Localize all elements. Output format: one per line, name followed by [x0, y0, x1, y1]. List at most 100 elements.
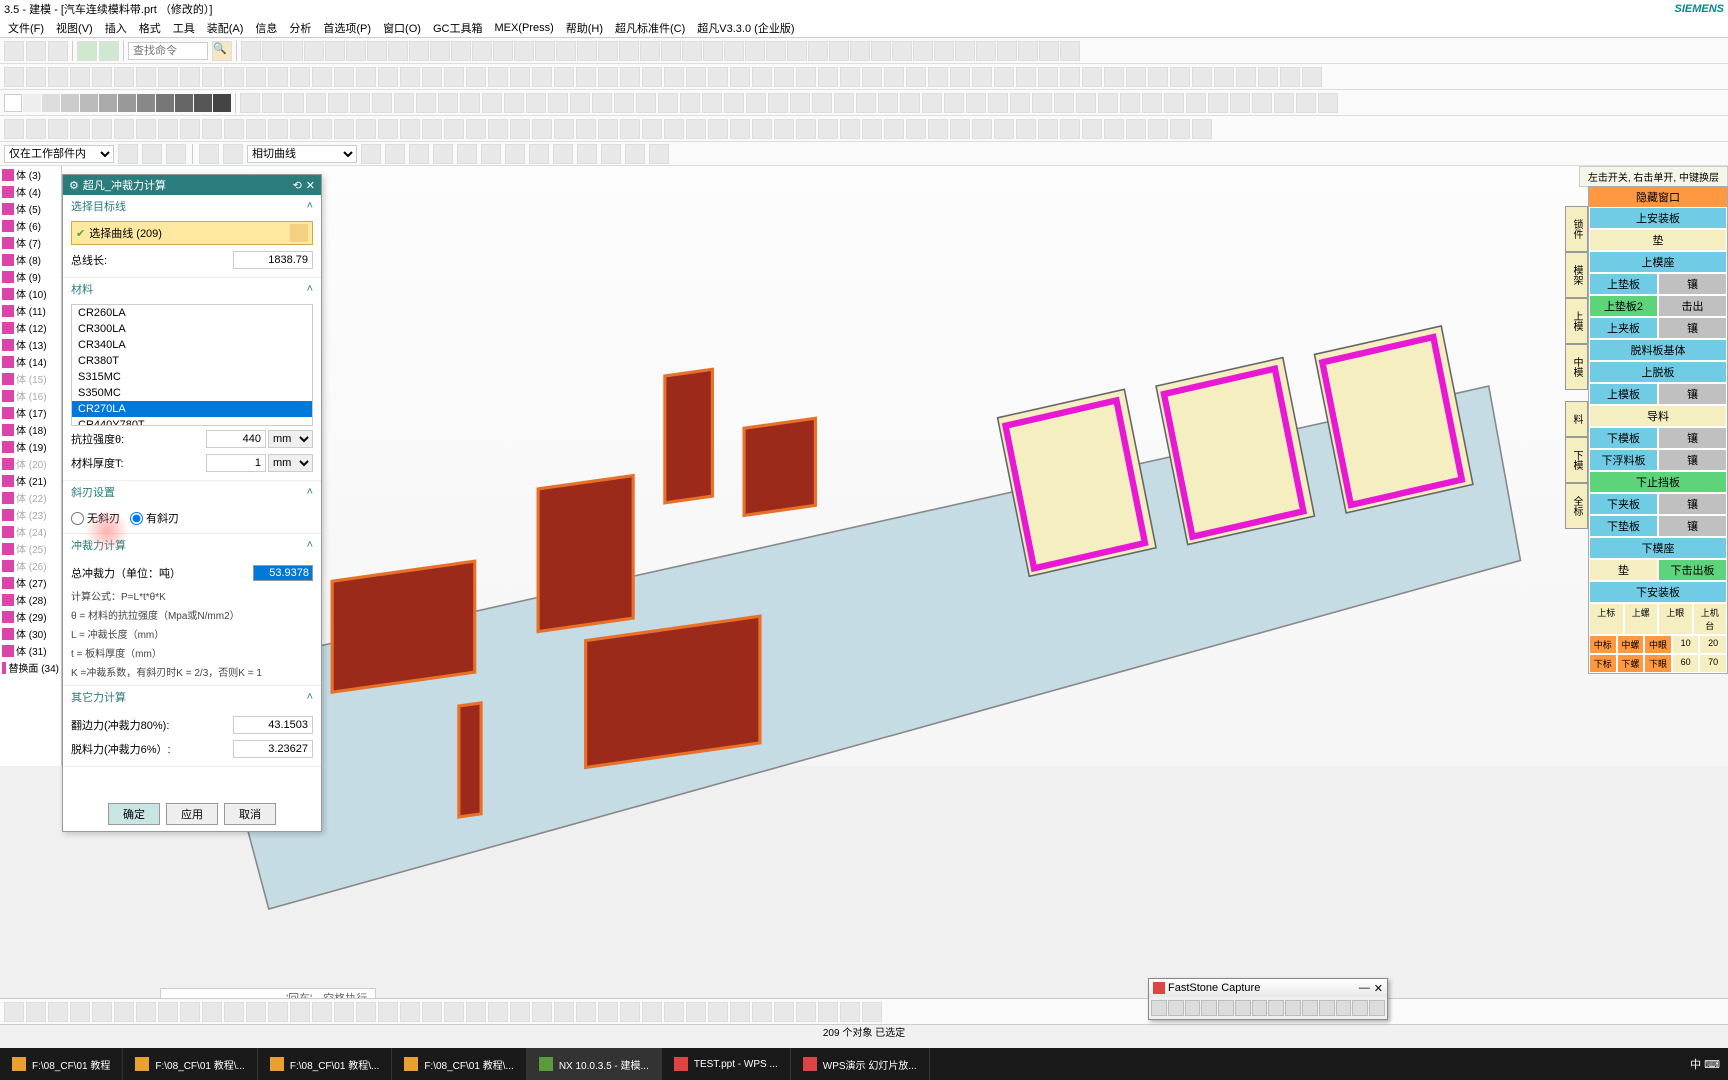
shade-icon[interactable] [118, 94, 136, 112]
filter-icon[interactable] [385, 144, 405, 164]
section-other[interactable]: 其它力计算˄ [63, 686, 321, 708]
tool-icon[interactable] [4, 1002, 24, 1022]
tool-icon[interactable] [451, 41, 471, 61]
shade-icon[interactable] [213, 94, 231, 112]
tool-icon[interactable] [268, 119, 288, 139]
unit-select[interactable]: mm [268, 454, 313, 472]
tree-item[interactable]: 体 (8) [0, 251, 61, 268]
tool-icon[interactable] [576, 67, 596, 87]
tool-open-icon[interactable] [26, 41, 46, 61]
tool-icon[interactable] [514, 41, 534, 61]
tool-icon[interactable] [1038, 67, 1058, 87]
tree-item[interactable]: 体 (10) [0, 285, 61, 302]
tool-icon[interactable] [224, 67, 244, 87]
tool-icon[interactable] [246, 67, 266, 87]
filter-icon[interactable] [457, 144, 477, 164]
menu-item[interactable]: 分析 [283, 20, 317, 36]
tool-icon[interactable] [334, 1002, 354, 1022]
tool-icon[interactable] [620, 119, 640, 139]
tool-icon[interactable] [48, 67, 68, 87]
tool-icon[interactable] [350, 93, 370, 113]
unit-select[interactable]: mm [268, 430, 313, 448]
overlay-cell[interactable]: 击出 [1658, 295, 1727, 317]
menu-item[interactable]: 窗口(O) [377, 20, 427, 36]
grid-cell[interactable]: 下标 [1589, 654, 1617, 673]
shade-icon[interactable] [99, 94, 117, 112]
tool-icon[interactable] [430, 41, 450, 61]
tool-icon[interactable] [388, 41, 408, 61]
tool-icon[interactable] [460, 93, 480, 113]
tool-icon[interactable] [334, 67, 354, 87]
tool-icon[interactable] [136, 1002, 156, 1022]
tool-icon[interactable] [829, 41, 849, 61]
search-icon[interactable]: 🔍 [212, 41, 232, 61]
tool-icon[interactable] [1236, 67, 1256, 87]
grid-head[interactable]: 上标 [1589, 603, 1624, 635]
capture-tool-icon[interactable] [1151, 1000, 1167, 1016]
tool-icon[interactable] [994, 67, 1014, 87]
overlay-head[interactable]: 隐藏窗口 [1589, 187, 1727, 207]
tool-icon[interactable] [598, 67, 618, 87]
tool-icon[interactable] [283, 41, 303, 61]
tool-icon[interactable] [504, 93, 524, 113]
capture-tool-icon[interactable] [1252, 1000, 1268, 1016]
curve-icon[interactable] [290, 224, 308, 242]
overlay-cell[interactable]: 镶 [1658, 493, 1727, 515]
grid-cell[interactable]: 70 [1699, 654, 1727, 673]
search-input[interactable] [128, 42, 208, 60]
tool-icon[interactable] [1280, 67, 1300, 87]
tool-icon[interactable] [598, 41, 618, 61]
tool-icon[interactable] [488, 67, 508, 87]
tool-icon[interactable] [1060, 119, 1080, 139]
grid-head[interactable]: 上机台 [1693, 603, 1728, 635]
tool-icon[interactable] [994, 119, 1014, 139]
menu-item[interactable]: 首选项(P) [317, 20, 377, 36]
tool-icon[interactable] [26, 67, 46, 87]
menu-item[interactable]: 文件(F) [2, 20, 50, 36]
tool-icon[interactable] [290, 67, 310, 87]
tool-icon[interactable] [620, 67, 640, 87]
tool-icon[interactable] [913, 41, 933, 61]
tool-icon[interactable] [1214, 67, 1234, 87]
material-item[interactable]: CR300LA [72, 321, 312, 337]
tree-item[interactable]: 体 (19) [0, 438, 61, 455]
tool-icon[interactable] [1148, 67, 1168, 87]
tool-icon[interactable] [422, 1002, 442, 1022]
tool-icon[interactable] [850, 41, 870, 61]
menu-item[interactable]: 插入 [99, 20, 133, 36]
tree-item[interactable]: 体 (29) [0, 608, 61, 625]
faststone-window[interactable]: FastStone Capture —✕ for(let i=0;i<14;i+… [1148, 978, 1388, 1020]
tool-icon[interactable] [997, 41, 1017, 61]
side-tab[interactable]: 下模 [1565, 437, 1588, 483]
tool-icon[interactable] [224, 1002, 244, 1022]
tool-icon[interactable] [928, 67, 948, 87]
side-tab[interactable]: 锁件 [1565, 206, 1588, 252]
tool-save-icon[interactable] [48, 41, 68, 61]
capture-tool-icon[interactable] [1168, 1000, 1184, 1016]
tree-item[interactable]: 体 (20) [0, 455, 61, 472]
tree-item[interactable]: 体 (26) [0, 557, 61, 574]
tool-icon[interactable] [48, 119, 68, 139]
tool-icon[interactable] [526, 93, 546, 113]
capture-tool-icon[interactable] [1201, 1000, 1217, 1016]
tool-icon[interactable] [158, 67, 178, 87]
tool-icon[interactable] [372, 93, 392, 113]
tool-icon[interactable] [856, 93, 876, 113]
overlay-cell[interactable]: 脱料板基体 [1589, 339, 1727, 361]
tool-icon[interactable] [92, 67, 112, 87]
tool-icon[interactable] [708, 119, 728, 139]
radio-yes-bevel[interactable]: 有斜刃 [130, 510, 179, 526]
select-curve-row[interactable]: ✔ 选择曲线 (209) [71, 221, 313, 245]
tool-icon[interactable] [892, 41, 912, 61]
tool-icon[interactable] [1296, 93, 1316, 113]
tool-icon[interactable] [988, 93, 1008, 113]
tool-icon[interactable] [708, 67, 728, 87]
tool-icon[interactable] [862, 1002, 882, 1022]
tool-icon[interactable] [900, 93, 920, 113]
tree-item[interactable]: 体 (7) [0, 234, 61, 251]
tool-icon[interactable] [422, 119, 442, 139]
tool-icon[interactable] [884, 119, 904, 139]
tool-icon[interactable] [1126, 67, 1146, 87]
tool-icon[interactable] [818, 1002, 838, 1022]
capture-tool-icon[interactable] [1218, 1000, 1234, 1016]
